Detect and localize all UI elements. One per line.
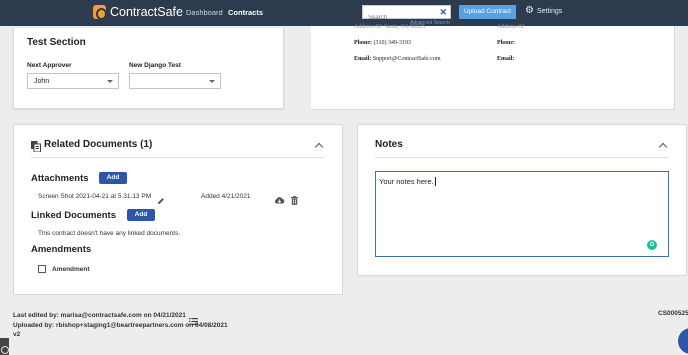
cloud-download-icon[interactable] bbox=[274, 192, 285, 210]
notes-title: Notes bbox=[375, 139, 403, 150]
brand-name: ContractSafe bbox=[110, 5, 183, 19]
chat-button[interactable] bbox=[678, 328, 688, 354]
chevron-down-icon bbox=[107, 80, 113, 83]
divider bbox=[31, 157, 324, 158]
attachment-added-date: Added 4/21/2021 bbox=[201, 193, 251, 200]
test-section-title: Test Section bbox=[27, 37, 86, 48]
new-django-test-select[interactable] bbox=[129, 73, 221, 89]
email-row: Email: Support@ContractSafe.com bbox=[354, 56, 441, 62]
phone-label: Phone: bbox=[354, 40, 372, 46]
nav-contracts[interactable]: Contracts bbox=[228, 8, 263, 17]
phone-value: (310) 349-3193 bbox=[373, 40, 412, 46]
top-navbar: ContractSafe Dashboard Contracts ✕ Advan… bbox=[0, 0, 688, 26]
email-label: Email: bbox=[354, 56, 372, 62]
next-approver-select[interactable]: John bbox=[27, 73, 119, 89]
settings-menu[interactable]: ⚙ Settings bbox=[525, 6, 562, 16]
attachments-title: Attachments bbox=[31, 173, 89, 184]
text-cursor bbox=[434, 177, 436, 186]
address-partial: Address #2: Santa, CA 90025 bbox=[354, 24, 426, 30]
close-icon[interactable]: ✕ bbox=[439, 7, 447, 18]
documents-icon bbox=[31, 139, 41, 157]
uploaded-by-text: Uploaded by: rbishop+staging1@beartreepa… bbox=[13, 322, 228, 329]
corner-badge bbox=[0, 338, 9, 355]
divider bbox=[375, 157, 669, 158]
new-django-test-label: New Django Test bbox=[129, 62, 181, 69]
amendment-checkbox[interactable] bbox=[38, 265, 46, 273]
contract-id: CS000525 bbox=[658, 310, 688, 317]
next-approver-value: John bbox=[34, 78, 50, 85]
attachment-name[interactable]: Screen Shot 2021-04-21 at 5.31.13 PM bbox=[38, 193, 151, 200]
contractsafe-logo-icon bbox=[93, 5, 107, 20]
amendments-title: Amendments bbox=[31, 244, 92, 255]
linked-documents-empty: This contract doesn't have any linked do… bbox=[38, 230, 181, 237]
notes-text: Your notes here. bbox=[379, 177, 434, 186]
contact-card bbox=[311, 26, 675, 110]
brand[interactable]: ContractSafe bbox=[93, 5, 183, 20]
pencil-icon[interactable] bbox=[157, 192, 165, 210]
search-box: ✕ bbox=[362, 5, 451, 24]
related-documents-title: Related Documents (1) bbox=[44, 139, 153, 150]
email-label-2: Email: bbox=[497, 56, 515, 62]
phone-row: Phone: (310) 349-3193 bbox=[354, 40, 411, 46]
email-value: Support@ContractSafe.com bbox=[372, 56, 441, 62]
amendment-label: Amendment bbox=[52, 266, 90, 273]
grammarly-icon[interactable]: G bbox=[647, 240, 657, 250]
gear-icon: ⚙ bbox=[525, 5, 534, 16]
nav-dashboard[interactable]: Dashboard bbox=[186, 8, 223, 17]
chevron-down-icon bbox=[209, 80, 215, 83]
version-text: v2 bbox=[13, 331, 21, 338]
add-linked-document-button[interactable]: Add bbox=[127, 209, 155, 221]
trash-icon[interactable] bbox=[291, 192, 298, 210]
last-edited-text: Last edited by: marisa@contractsafe.com … bbox=[13, 312, 186, 319]
notes-textarea[interactable]: Your notes here. bbox=[375, 171, 669, 257]
add-attachment-button[interactable]: Add bbox=[99, 172, 127, 184]
phone-label-2: Phone: bbox=[497, 40, 515, 46]
next-approver-label: Next Approver bbox=[27, 62, 72, 69]
address-partial-2: Address #2: bbox=[497, 24, 526, 30]
settings-label: Settings bbox=[536, 7, 563, 15]
upload-contract-button[interactable]: Upload Contract bbox=[459, 5, 516, 19]
linked-documents-title: Linked Documents bbox=[31, 210, 116, 221]
